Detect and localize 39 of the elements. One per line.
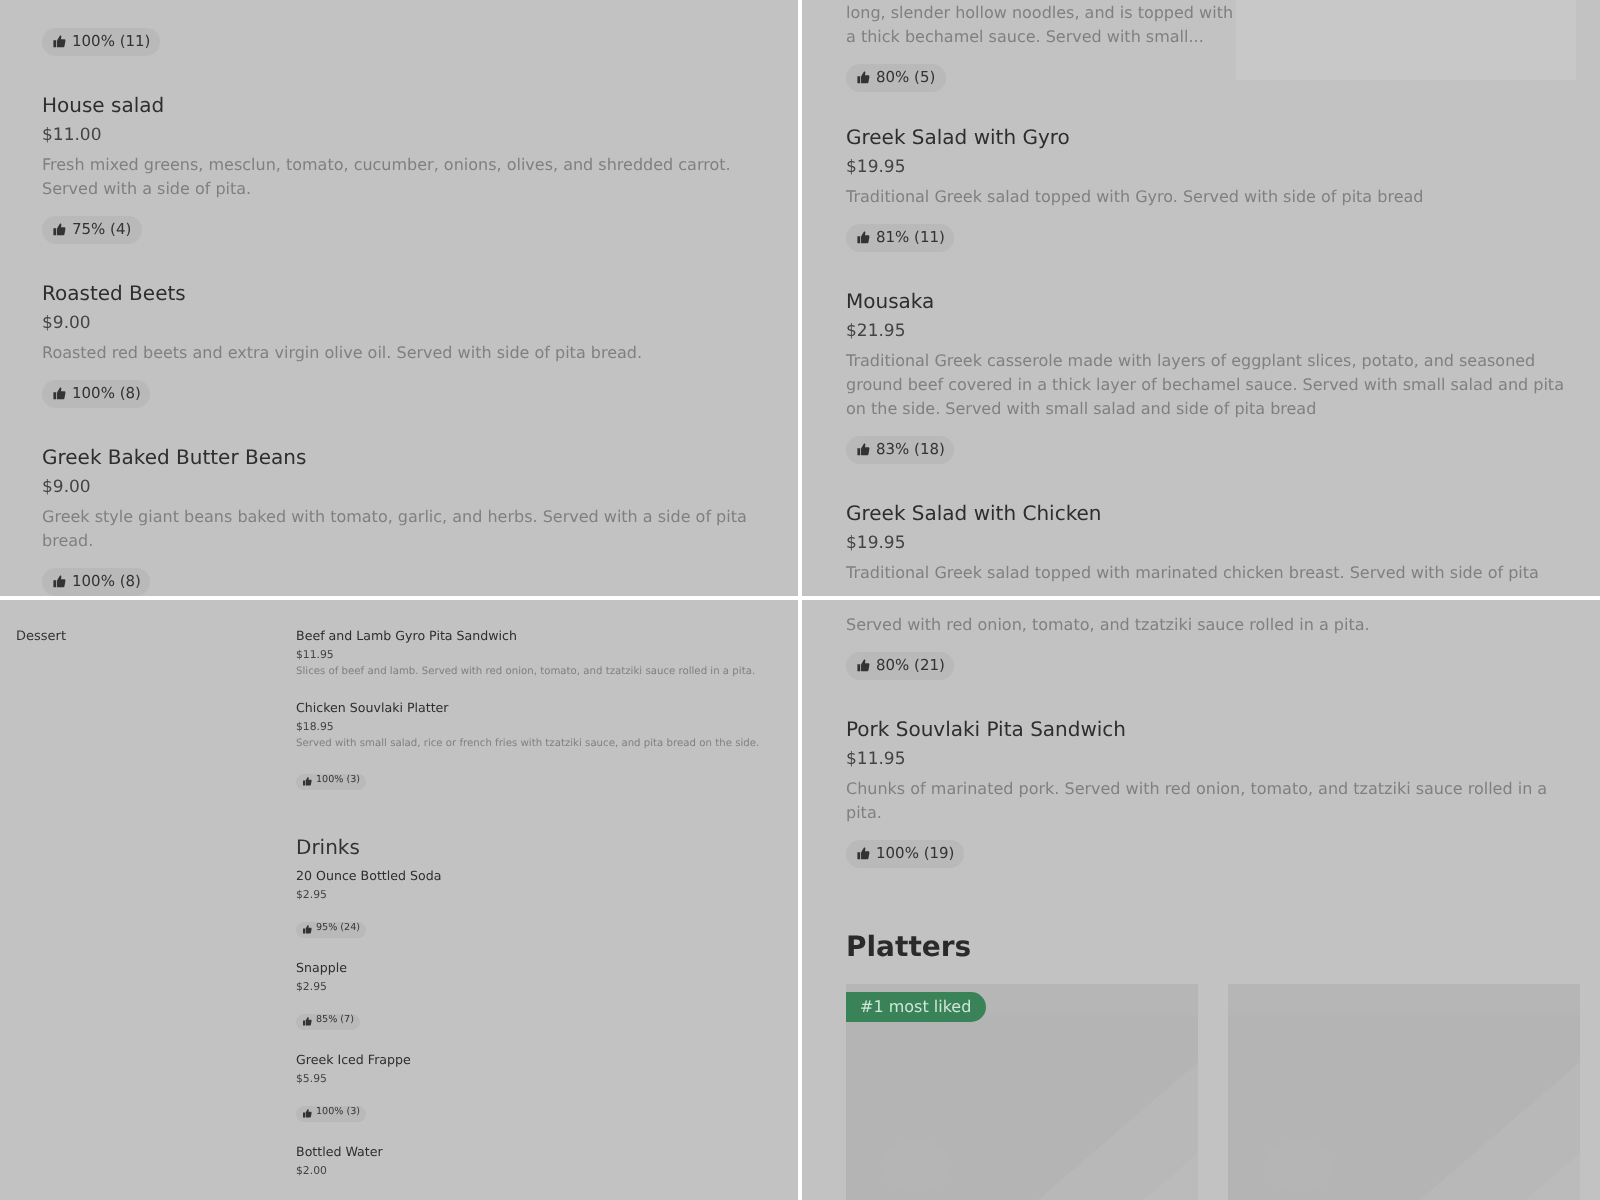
item-description: Served with red onion, tomato, and tzatziki sauce rolled in a pita. <box>846 614 1372 638</box>
thumbs-up-icon <box>52 386 66 400</box>
item-description: Chunks of marinated pork. Served with red onion, tomato, and tzatziki sauce rolled in a pita. <box>846 778 1550 826</box>
item-name[interactable]: Mousaka <box>846 290 1600 318</box>
item-price: $11.95 <box>846 748 908 774</box>
thumbs-up-icon <box>856 70 870 84</box>
section-heading: Drinks <box>296 838 362 860</box>
item-price: $19.95 <box>846 532 908 558</box>
item-name[interactable]: House salad <box>42 94 798 122</box>
most-liked-badge: #1 most liked <box>846 992 986 1022</box>
thumbs-up-icon <box>856 658 870 672</box>
item-name[interactable]: Pork Souvlaki Pita Sandwich <box>846 718 1600 746</box>
item-name[interactable]: Greek Salad with Chicken <box>846 502 1600 530</box>
item-price: $21.95 <box>846 320 908 346</box>
thumbs-up-icon <box>52 34 66 48</box>
thumbs-up-icon <box>52 574 66 588</box>
thumbs-up-icon <box>856 846 870 860</box>
item-name[interactable]: Greek Salad with Gyro <box>846 126 1600 154</box>
item-price: $9.00 <box>42 312 93 338</box>
item-description: Traditional Greek casserole made with layers of eggplant slices, potato, and seasoned ground beef covered in a thick layer of bechamel sauce. Served with small salad and pita on the side. Served with small salad and side of pita bread <box>846 350 1566 422</box>
item-description: Roasted red beets and extra virgin olive oil. Served with side of pita bread. <box>42 342 645 366</box>
item-description: Traditional Greek salad topped with Gyro. Served with side of pita bread <box>846 186 1426 210</box>
section-heading: Platters <box>846 932 974 964</box>
item-price: $19.95 <box>846 156 908 182</box>
item-description: long, slender hollow noodles, and is topped with a thick bechamel sauce. Served with small... <box>846 2 1236 50</box>
item-description: Fresh mixed greens, mesclun, tomato, cucumber, onions, olives, and shredded carrot. Served with a side of pita. <box>42 154 733 202</box>
thumbs-up-icon <box>302 1016 312 1026</box>
item-price: $11.00 <box>42 124 104 150</box>
item-description: Traditional Greek salad topped with marinated chicken breast. Served with side of pita <box>846 562 1541 586</box>
thumbs-up-icon <box>302 1108 312 1118</box>
item-description: Greek style giant beans baked with tomato, garlic, and herbs. Served with a side of pita bread. <box>42 506 749 554</box>
thumbs-up-icon <box>302 924 312 934</box>
thumbs-up-icon <box>302 776 312 786</box>
item-name[interactable]: Roasted Beets <box>42 282 798 310</box>
thumbs-up-icon <box>52 222 66 236</box>
item-name[interactable]: Greek Baked Butter Beans <box>42 446 798 474</box>
item-price: $9.00 <box>42 476 93 502</box>
thumbs-up-icon <box>856 442 870 456</box>
thumbs-up-icon <box>856 230 870 244</box>
